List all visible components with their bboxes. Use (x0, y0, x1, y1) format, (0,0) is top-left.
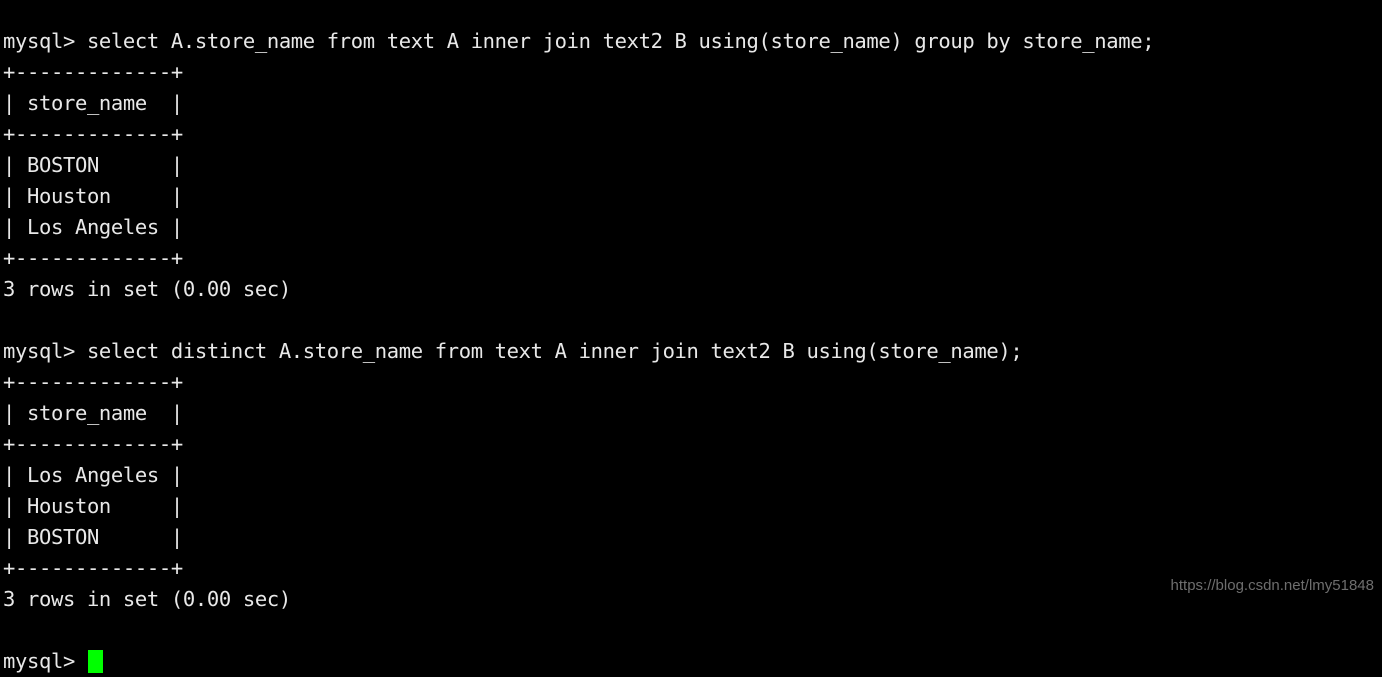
terminal-line-table-bottom-border-1: +-------------+ (3, 246, 183, 270)
terminal-line-table-row-2-3: | BOSTON | (3, 525, 183, 549)
terminal-active-prompt-line[interactable]: mysql> (3, 646, 1382, 677)
terminal-line-command-2: mysql> select distinct A.store_name from… (3, 339, 1023, 363)
terminal-prompt-label: mysql> (3, 649, 87, 673)
terminal-line-table-row-2-2: | Houston | (3, 494, 183, 518)
terminal-line-blank-2 (3, 615, 1382, 646)
terminal-cursor (87, 650, 103, 673)
terminal-line-table-header-1: | store_name | (3, 91, 183, 115)
terminal-line-table-header-divider-2: +-------------+ (3, 432, 183, 456)
terminal-line-table-row-2-1: | Los Angeles | (3, 463, 183, 487)
terminal-line-status-1: 3 rows in set (0.00 sec) (3, 277, 291, 301)
terminal-line-table-top-border-2: +-------------+ (3, 370, 183, 394)
terminal-line-table-header-2: | store_name | (3, 401, 183, 425)
terminal-line-table-row-1-2: | Houston | (3, 184, 183, 208)
terminal-line-table-row-1-3: | Los Angeles | (3, 215, 183, 239)
terminal-line-blank-1 (3, 305, 1382, 336)
terminal-line-table-top-border-1: +-------------+ (3, 60, 183, 84)
terminal-line-table-row-1-1: | BOSTON | (3, 153, 183, 177)
watermark-text: https://blog.csdn.net/lmy51848 (1170, 577, 1374, 594)
terminal-line-command-1: mysql> select A.store_name from text A i… (3, 29, 1155, 53)
terminal-line-table-header-divider-1: +-------------+ (3, 122, 183, 146)
terminal-window[interactable]: mysql> select A.store_name from text A i… (0, 0, 1382, 673)
